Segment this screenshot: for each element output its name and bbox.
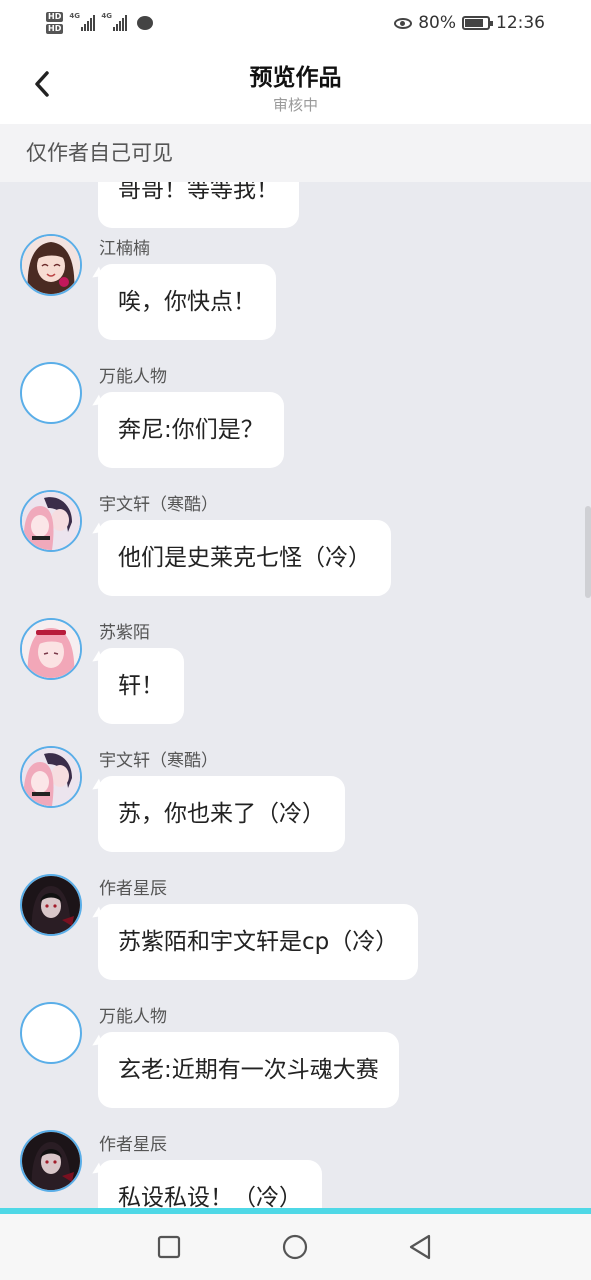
sender-name: 作者星辰 <box>99 1135 167 1155</box>
battery-percent: 80% <box>418 13 456 33</box>
avatar[interactable] <box>20 362 82 424</box>
signal-icon: 4G <box>69 12 96 31</box>
eye-icon <box>394 17 413 29</box>
avatar[interactable] <box>20 490 82 552</box>
message-bubble[interactable]: 哥哥！等等我！ <box>98 182 299 228</box>
message-bubble[interactable]: 玄老:近期有一次斗魂大赛 <box>98 1032 399 1108</box>
avatar[interactable] <box>20 874 82 936</box>
visibility-notice: 仅作者自己可见 <box>0 124 591 182</box>
avatar[interactable] <box>20 746 82 808</box>
circle-icon <box>282 1234 308 1260</box>
hd-badge-2: HD <box>46 24 64 34</box>
sender-name: 苏紫陌 <box>99 623 150 643</box>
back-nav-button[interactable] <box>405 1232 435 1262</box>
avatar[interactable] <box>20 234 82 296</box>
scrollbar-thumb[interactable] <box>585 506 591 598</box>
sender-name: 作者星辰 <box>99 879 167 899</box>
chat-list[interactable]: 哥哥！等等我！ 江楠楠 唉，你快点！ 万能人物 奔尼:你们是？ 宇文轩（寒酷） … <box>0 182 591 1208</box>
message-bubble[interactable]: 苏紫陌和宇文轩是cp（冷） <box>98 904 419 980</box>
system-nav-bar <box>0 1214 591 1280</box>
home-button[interactable] <box>280 1232 310 1262</box>
sender-name: 万能人物 <box>99 367 167 387</box>
recents-button[interactable] <box>154 1232 184 1262</box>
avatar[interactable] <box>20 1002 82 1064</box>
sender-name: 宇文轩（寒酷） <box>99 751 218 771</box>
sender-name: 宇文轩（寒酷） <box>99 495 218 515</box>
message-bubble[interactable]: 私设私设！（冷） <box>98 1160 322 1208</box>
avatar[interactable] <box>20 1130 82 1192</box>
square-icon <box>157 1235 181 1259</box>
message-bubble[interactable]: 轩！ <box>98 648 184 724</box>
message-bubble[interactable]: 唉，你快点！ <box>98 264 276 340</box>
hd-badge-1: HD <box>46 12 64 22</box>
clock: 12:36 <box>496 13 545 33</box>
sender-name: 万能人物 <box>99 1007 167 1027</box>
message-bubble[interactable]: 奔尼:你们是？ <box>98 392 284 468</box>
avatar[interactable] <box>20 618 82 680</box>
status-left: HD HD 4G 4G <box>46 12 154 34</box>
page-title: 预览作品 <box>249 65 342 91</box>
battery-icon <box>462 16 493 30</box>
message-icon <box>137 16 154 30</box>
signal-icon-2: 4G <box>101 12 128 31</box>
hd-indicators: HD HD <box>46 12 64 34</box>
app-header: 预览作品 审核中 <box>0 46 591 124</box>
triangle-back-icon <box>409 1234 431 1260</box>
message-bubble[interactable]: 他们是史莱克七怪（冷） <box>98 520 391 596</box>
review-status: 审核中 <box>272 96 318 114</box>
network-type-1: 4G <box>69 12 80 20</box>
network-type-2: 4G <box>101 12 112 20</box>
message-bubble[interactable]: 苏，你也来了（冷） <box>98 776 345 852</box>
status-right: 80% 12:36 <box>394 13 545 33</box>
status-bar: HD HD 4G 4G 80% 12:36 <box>0 0 591 46</box>
sender-name: 江楠楠 <box>99 239 150 259</box>
